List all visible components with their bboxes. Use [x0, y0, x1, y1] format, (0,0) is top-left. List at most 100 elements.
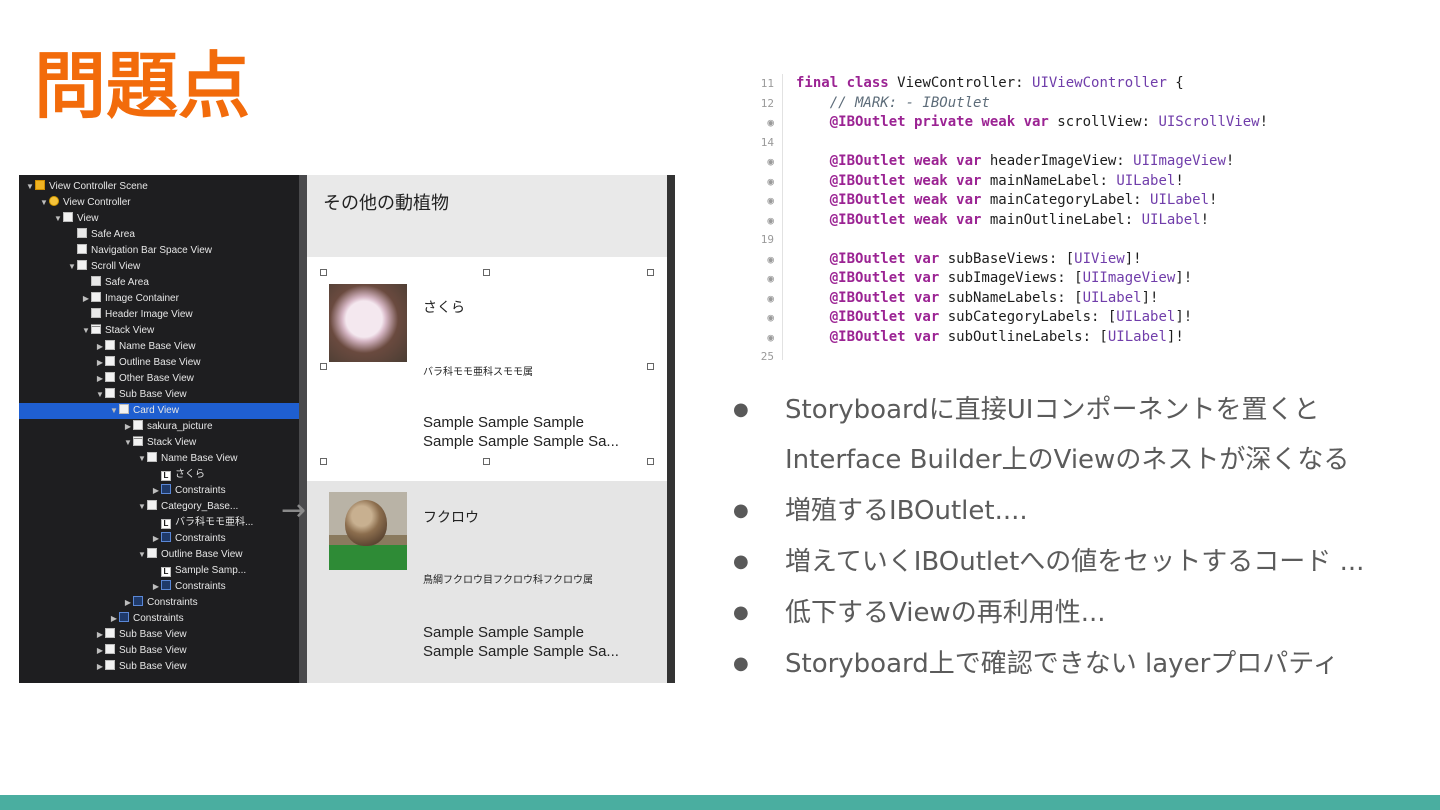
disclosure-closed-icon[interactable]: ▶ [95, 627, 105, 643]
disclosure-closed-icon[interactable]: ▶ [123, 595, 133, 611]
tree-item[interactable]: ▼ Card View [19, 403, 299, 419]
tree-item[interactable]: ▶ Sub Base View [19, 659, 299, 675]
disclosure-closed-icon[interactable]: ▶ [81, 291, 91, 307]
tree-item[interactable]: Header Image View [19, 307, 299, 323]
resize-handle[interactable] [483, 269, 490, 276]
disclosure-open-icon[interactable]: ▼ [137, 499, 147, 515]
tree-item-label: Constraints [175, 533, 226, 544]
tree-item-label: sakura_picture [147, 421, 213, 432]
line-number: 25 [750, 347, 774, 367]
card-view-owl[interactable]: フクロウ 鳥綱フクロウ目フクロウ科フクロウ属 Sample Sample Sam… [307, 481, 667, 683]
tree-item[interactable]: L バラ科モモ亜科... [19, 515, 299, 531]
disclosure-closed-icon[interactable]: ▶ [151, 483, 161, 499]
view-icon [119, 404, 129, 414]
bullet-dot-icon: ● [733, 500, 749, 521]
resize-handle[interactable] [320, 363, 327, 370]
gutter-mark: ◉ [767, 330, 774, 344]
tree-item[interactable]: ▼ Stack View [19, 323, 299, 339]
tree-item[interactable]: ▶ Constraints [19, 611, 299, 627]
disclosure-closed-icon[interactable]: ▶ [95, 643, 105, 659]
disclosure-open-icon[interactable]: ▼ [109, 403, 119, 419]
tree-item[interactable]: ▼ View [19, 211, 299, 227]
code-line: @IBOutlet weak var mainOutlineLabel: UIL… [796, 211, 1209, 231]
card-view-sakura[interactable]: さくら バラ科モモ亜科スモモ属 Sample Sample Sample Sam… [307, 257, 667, 481]
tree-item[interactable]: Safe Area [19, 227, 299, 243]
code-token: @IBOutlet var [796, 328, 948, 345]
code-line: // MARK: - IBOutlet [796, 94, 990, 114]
code-token: final class [796, 75, 898, 91]
disclosure-closed-icon[interactable]: ▶ [151, 531, 161, 547]
resize-handle[interactable] [320, 458, 327, 465]
tree-item[interactable]: ▶ Outline Base View [19, 355, 299, 371]
tree-item[interactable]: ▶ Sub Base View [19, 643, 299, 659]
code-token: headerImageView: [989, 153, 1134, 169]
code-token: UIImageView [1133, 153, 1226, 169]
disclosure-open-icon[interactable]: ▼ [95, 387, 105, 403]
disclosure-open-icon[interactable]: ▼ [81, 323, 91, 339]
resize-handle[interactable] [647, 458, 654, 465]
outlet-connected-icon: ◉ [750, 172, 774, 192]
tree-item[interactable]: ▶ Other Base View [19, 371, 299, 387]
tree-item[interactable]: ▶ Constraints [19, 531, 299, 547]
tree-item[interactable]: ▶ Image Container [19, 291, 299, 307]
tree-item[interactable]: L Sample Samp... [19, 563, 299, 579]
disclosure-closed-icon[interactable]: ▶ [123, 419, 133, 435]
stack-icon [91, 324, 101, 334]
cons-icon [161, 484, 171, 494]
disclosure-closed-icon[interactable]: ▶ [95, 339, 105, 355]
bullet-dot-icon: ● [733, 653, 749, 674]
disclosure-closed-icon[interactable]: ▶ [109, 611, 119, 627]
resize-handle[interactable] [647, 363, 654, 370]
resize-handle[interactable] [647, 269, 654, 276]
disclosure-open-icon[interactable]: ▼ [25, 179, 35, 195]
tree-item[interactable]: ▶ Sub Base View [19, 627, 299, 643]
tree-item[interactable]: Navigation Bar Space View [19, 243, 299, 259]
tree-item-label: Name Base View [161, 453, 238, 464]
outlet-connected-icon: ◉ [750, 308, 774, 328]
disclosure-open-icon[interactable]: ▼ [123, 435, 133, 451]
tree-item[interactable]: ▼ Stack View [19, 435, 299, 451]
disclosure-closed-icon[interactable]: ▶ [95, 659, 105, 675]
tree-item[interactable]: ▼ View Controller [19, 195, 299, 211]
gutter-mark: ◉ [767, 272, 774, 285]
disclosure-open-icon[interactable]: ▼ [137, 451, 147, 467]
tree-item[interactable]: ▶ Name Base View [19, 339, 299, 355]
tree-item[interactable]: L さくら [19, 467, 299, 483]
tree-item[interactable]: ▼ Category_Base... [19, 499, 299, 515]
tree-item[interactable]: Safe Area [19, 275, 299, 291]
code-token: UIImageView [1082, 270, 1176, 286]
tree-item-label: Safe Area [91, 229, 135, 240]
disclosure-closed-icon[interactable]: ▶ [95, 371, 105, 387]
disclosure-closed-icon[interactable]: ▶ [95, 355, 105, 371]
tree-item[interactable]: ▼ Outline Base View [19, 547, 299, 563]
tree-item[interactable]: ▼ Sub Base View [19, 387, 299, 403]
code-token: UILabel [1116, 309, 1176, 325]
tree-item[interactable]: ▶ sakura_picture [19, 419, 299, 435]
disclosure-open-icon[interactable]: ▼ [39, 195, 49, 211]
resize-handle[interactable] [483, 458, 490, 465]
scene-icon [35, 180, 45, 190]
outlet-connected-icon: ◉ [750, 250, 774, 270]
resize-handle[interactable] [320, 269, 327, 276]
code-token: subNameLabels: [ [947, 289, 1083, 306]
cons-icon [161, 580, 171, 590]
document-outline-tree: ▼ View Controller Scene ▼ View Controller ▼ V… [19, 175, 299, 683]
code-token: mainNameLabel: [989, 172, 1117, 189]
disclosure-closed-icon[interactable]: ▶ [151, 579, 161, 595]
arrow-right-icon: → [281, 493, 307, 528]
code-line: @IBOutlet private weak var scrollView: U… [796, 113, 1268, 133]
tree-item[interactable]: ▶ Constraints [19, 483, 299, 499]
code-token: UILabel [1141, 211, 1201, 228]
tree-item[interactable]: ▼ Scroll View [19, 259, 299, 275]
line-number: 19 [750, 230, 774, 250]
tree-item[interactable]: ▼ View Controller Scene [19, 179, 299, 195]
code-token: ]! [1175, 270, 1193, 286]
tree-item[interactable]: ▶ Constraints [19, 595, 299, 611]
disclosure-open-icon[interactable]: ▼ [137, 547, 147, 563]
tree-item-label: View [77, 213, 99, 224]
disclosure-open-icon[interactable]: ▼ [53, 211, 63, 227]
tree-item[interactable]: ▼ Name Base View [19, 451, 299, 467]
disclosure-open-icon[interactable]: ▼ [67, 259, 77, 275]
outlet-connected-icon: ◉ [750, 269, 774, 289]
tree-item[interactable]: ▶ Constraints [19, 579, 299, 595]
